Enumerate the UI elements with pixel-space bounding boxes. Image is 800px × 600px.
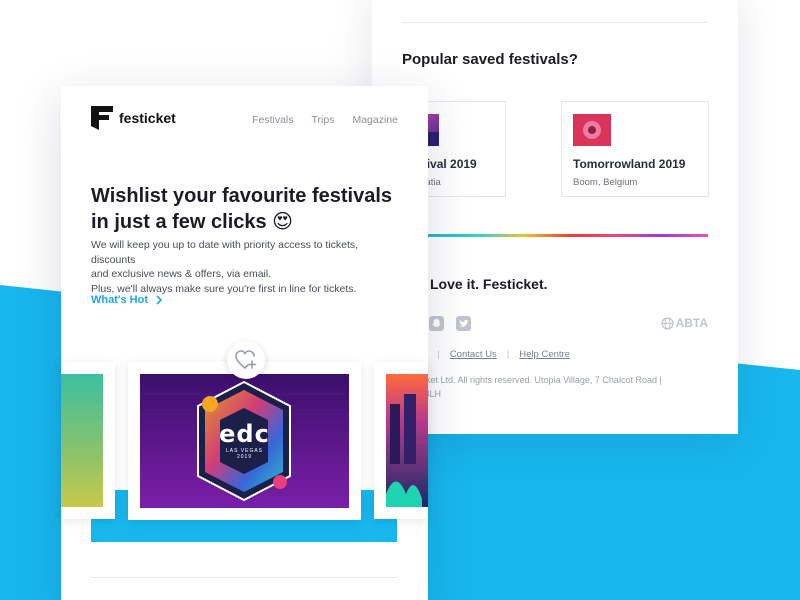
headline: Wishlist your favourite festivals in jus… <box>91 185 393 233</box>
festival-name: Tomorrowland 2019 <box>573 157 686 171</box>
help-centre-link[interactable]: Help Centre <box>519 349 570 360</box>
body-copy: We will keep you up to date with priorit… <box>91 239 359 295</box>
twitter-icon[interactable] <box>456 316 471 331</box>
popular-festivals-title: Popular saved festivals? <box>402 51 578 68</box>
brand-name: festicket <box>119 110 176 126</box>
add-to-wishlist-button[interactable] <box>227 341 265 379</box>
festival-card-tomorrowland[interactable]: Tomorrowland 2019 Boom, Belgium <box>561 101 709 197</box>
chevron-right-icon <box>156 295 162 305</box>
heart-plus-icon <box>235 350 257 369</box>
festival-location: Boom, Belgium <box>573 177 638 188</box>
abta-logo: ABTA <box>660 316 708 330</box>
carousel-card-prev[interactable] <box>61 362 115 519</box>
edc-badge: edc LAS VEGAS 2019 <box>219 420 270 460</box>
carousel-card-edc[interactable]: edc LAS VEGAS 2019 <box>128 362 361 520</box>
divider <box>91 577 397 578</box>
nav-festivals[interactable]: Festivals <box>252 114 293 126</box>
nav-trips[interactable]: Trips <box>312 114 335 126</box>
festival-thumbnail <box>573 114 611 146</box>
festicket-logo[interactable]: festicket <box>91 106 176 130</box>
whats-hot-link[interactable]: What's Hot <box>91 294 162 306</box>
nav-magazine[interactable]: Magazine <box>352 114 398 126</box>
rainbow-divider <box>402 234 708 237</box>
contact-us-link[interactable]: Contact Us <box>450 349 497 360</box>
divider <box>402 22 708 23</box>
email-preview-front: festicket Festivals Trips Magazine Wishl… <box>61 86 428 600</box>
legal-text: Festicket Ltd. All rights reserved. Utop… <box>402 375 662 399</box>
globe-icon <box>660 316 674 330</box>
snapchat-icon[interactable] <box>429 316 444 331</box>
carousel-card-next[interactable] <box>374 362 428 519</box>
festicket-logo-icon <box>91 106 113 130</box>
top-nav: Festivals Trips Magazine <box>252 114 398 126</box>
